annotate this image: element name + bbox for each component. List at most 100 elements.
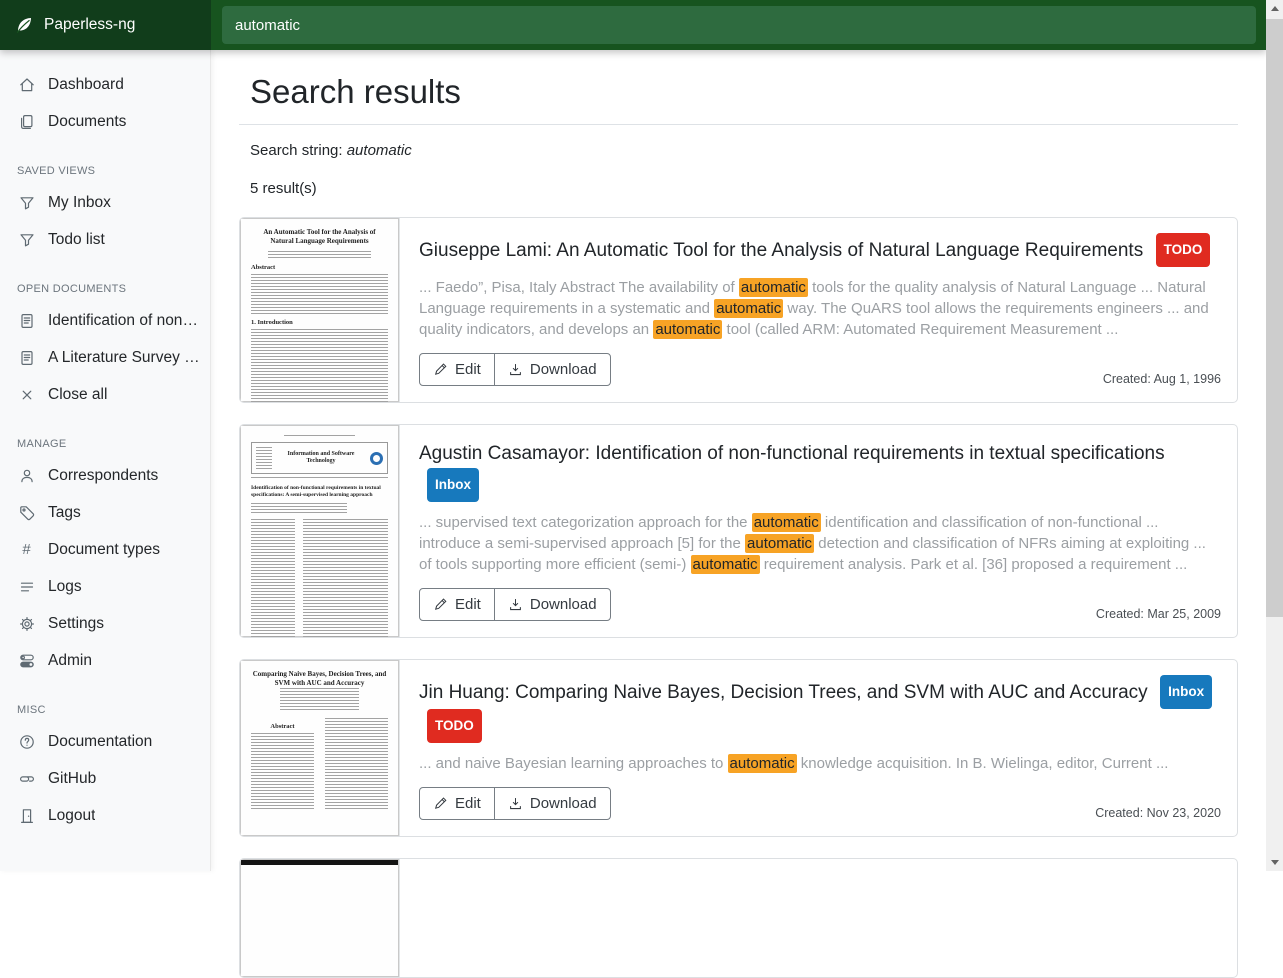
thumbnail-text-lines (256, 447, 272, 469)
thumbnail-logo-circle (370, 452, 383, 465)
sidebar-item-label: My Inbox (48, 194, 111, 212)
sidebar-item-document-types[interactable]: #Document types (0, 531, 210, 568)
gear-icon (18, 615, 35, 632)
sidebar-item-label: GitHub (48, 770, 96, 788)
sidebar-item-label: Correspondents (48, 467, 158, 485)
card-actions: Edit Download (419, 353, 611, 386)
thumbnail-text-lines (325, 718, 388, 810)
question-circle-icon (18, 733, 35, 750)
sidebar-item-logs[interactable]: Logs (0, 568, 210, 605)
sidebar-item-label: Settings (48, 615, 104, 633)
window-scrollbar[interactable] (1266, 0, 1283, 871)
edit-button[interactable]: Edit (419, 787, 495, 820)
sidebar-item-a-literature-survey-on[interactable]: A Literature Survey on ... (0, 339, 210, 376)
edit-button[interactable]: Edit (419, 588, 495, 621)
document-thumbnail[interactable] (240, 859, 400, 977)
sidebar-item-documents[interactable]: Documents (0, 103, 210, 140)
thumbnail-text-lines (251, 477, 388, 480)
sidebar-item-github[interactable]: GitHub (0, 760, 210, 797)
thumbnail-text-lines (251, 329, 388, 402)
scrollbar-thumb[interactable] (1266, 19, 1283, 617)
thumbnail-text-lines (303, 519, 388, 637)
scroll-up-button[interactable] (1266, 0, 1283, 17)
list-icon (18, 578, 35, 595)
search-string-label: Search string: (250, 142, 347, 159)
document-title-link[interactable]: Jin Huang: Comparing Naive Bayes, Decisi… (419, 682, 1148, 703)
sidebar-item-label: Logs (48, 578, 82, 596)
search-term-highlight: automatic (728, 754, 797, 773)
sidebar-item-label: Close all (48, 386, 107, 404)
download-button[interactable]: Download (494, 353, 611, 386)
file-text-icon (18, 349, 35, 366)
sidebar-item-correspondents[interactable]: Correspondents (0, 457, 210, 494)
download-button[interactable]: Download (494, 588, 611, 621)
thumbnail-section-heading: Abstract (251, 264, 388, 271)
house-icon (18, 76, 35, 93)
download-icon (508, 796, 523, 811)
scroll-down-button[interactable] (1266, 854, 1283, 871)
search-result-card: Comparing Naive Bayes, Decision Trees, a… (239, 659, 1238, 837)
tag-badge-todo[interactable]: TODO (1156, 233, 1211, 267)
sidebar-item-identification-of-non-fu[interactable]: Identification of non-fu... (0, 302, 210, 339)
link-icon (18, 770, 35, 787)
pencil-icon (433, 796, 448, 811)
sidebar: DashboardDocumentsSAVED VIEWSMy InboxTod… (0, 50, 211, 871)
card-actions: Edit Download (419, 588, 611, 621)
search-term-highlight: automatic (739, 278, 808, 297)
file-text-icon (18, 312, 35, 329)
edit-button-label: Edit (455, 596, 481, 613)
sidebar-item-tags[interactable]: Tags (0, 494, 210, 531)
tag-badge-todo[interactable]: TODO (427, 709, 482, 743)
search-result-card: An Automatic Tool for the Analysis of Na… (239, 217, 1238, 403)
sidebar-section-manage: MANAGE (17, 438, 193, 450)
edit-button[interactable]: Edit (419, 353, 495, 386)
document-thumbnail[interactable]: Comparing Naive Bayes, Decision Trees, a… (240, 660, 400, 836)
tag-badge-inbox[interactable]: Inbox (1160, 675, 1212, 709)
funnel-icon (18, 231, 35, 248)
door-icon (18, 807, 35, 824)
sidebar-item-label: Documentation (48, 733, 152, 751)
thumbnail-text-lines (251, 503, 347, 513)
search-snippet: ... and naive Bayesian learning approach… (419, 753, 1221, 774)
document-thumbnail[interactable]: Information and Software TechnologyIdent… (240, 425, 400, 637)
sidebar-item-my-inbox[interactable]: My Inbox (0, 184, 210, 221)
sidebar-item-label: Dashboard (48, 76, 124, 94)
download-button[interactable]: Download (494, 787, 611, 820)
result-count: 5 result(s) (250, 180, 1238, 197)
thumbnail-paper-title: Identification of non-functional require… (251, 485, 388, 499)
sidebar-item-label: Identification of non-fu... (48, 312, 200, 330)
person-icon (18, 467, 35, 484)
thumbnail-page: Information and Software TechnologyIdent… (240, 425, 399, 637)
search-string-value: automatic (347, 142, 412, 159)
edit-button-label: Edit (455, 795, 481, 812)
thumbnail-text-lines (251, 733, 314, 811)
document-title-link[interactable]: Agustin Casamayor: Identification of non… (419, 443, 1165, 464)
search-snippet: ... Faedo”, Pisa, Italy Abstract The ava… (419, 277, 1221, 340)
search-snippet: ... supervised text categorization appro… (419, 512, 1221, 575)
sidebar-item-documentation[interactable]: Documentation (0, 723, 210, 760)
search-result-card: Information and Software TechnologyIdent… (239, 424, 1238, 638)
page-title: Search results (239, 72, 1238, 112)
hash-icon: # (18, 541, 35, 558)
download-icon (508, 597, 523, 612)
sidebar-item-todo-list[interactable]: Todo list (0, 221, 210, 258)
document-title-link[interactable]: Giuseppe Lami: An Automatic Tool for the… (419, 240, 1143, 261)
created-date: Created: Aug 1, 1996 (1103, 372, 1221, 386)
sidebar-item-settings[interactable]: Settings (0, 605, 210, 642)
sidebar-item-dashboard[interactable]: Dashboard (0, 66, 210, 103)
app-brand[interactable]: Paperless-ng (0, 0, 211, 50)
thumbnail-text-lines (251, 274, 388, 314)
thumbnail-page: An Automatic Tool for the Analysis of Na… (240, 218, 399, 402)
thumbnail-text-lines (251, 519, 295, 637)
thumbnail-section-heading: 1. Introduction (251, 319, 388, 326)
card-actions: Edit Download (419, 787, 611, 820)
tag-badge-inbox[interactable]: Inbox (427, 468, 479, 502)
sidebar-item-logout[interactable]: Logout (0, 797, 210, 834)
global-search-input[interactable] (222, 6, 1256, 44)
sidebar-item-close-all[interactable]: Close all (0, 376, 210, 413)
thumbnail-columns: Abstract (251, 718, 388, 811)
main-content: Search results Search string: automatic … (211, 50, 1266, 978)
document-thumbnail[interactable]: An Automatic Tool for the Analysis of Na… (240, 218, 400, 402)
thumbnail-text-lines (280, 688, 359, 712)
sidebar-item-admin[interactable]: Admin (0, 642, 210, 679)
